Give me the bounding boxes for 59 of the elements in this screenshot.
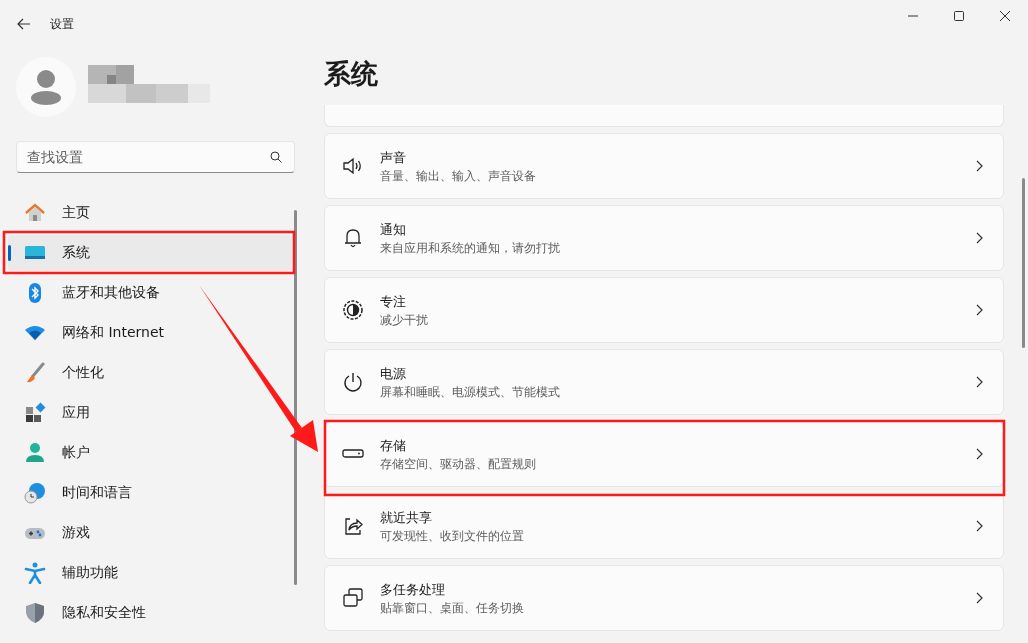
settings-card[interactable]: 多任务处理 贴靠窗口、桌面、任务切换 [324,565,1004,631]
speaker-icon [342,155,364,177]
bell-icon [342,227,364,249]
chevron-right-icon [976,520,983,532]
back-arrow-icon [17,18,31,30]
chevron-right-icon [976,376,983,388]
chevron-right-icon [976,232,983,244]
sidebar-item[interactable]: 应用 [8,395,292,431]
power-icon [342,371,364,393]
sidebar-item[interactable]: 帐户 [8,435,292,471]
setting-description: 音量、输出、输入、声音设备 [380,168,537,184]
share-icon [342,515,364,537]
setting-title: 声音 [380,148,407,167]
sidebar-item[interactable]: 辅助功能 [8,555,292,591]
accessibility-icon [24,562,46,584]
close-icon [1000,11,1010,21]
globe-clock-icon [24,482,46,504]
focus-icon [342,299,364,321]
settings-card[interactable]: 电源 屏幕和睡眠、电源模式、节能模式 [324,349,1004,415]
setting-description: 贴靠窗口、桌面、任务切换 [380,600,525,616]
settings-card[interactable]: 就近共享 可发现性、收到文件的位置 [324,493,1004,559]
setting-title: 通知 [380,220,407,239]
setting-description: 减少干扰 [380,312,429,328]
search-field[interactable]: 查找设置 [16,141,295,173]
sidebar-item[interactable]: 时间和语言 [8,475,292,511]
shield-icon [24,602,46,624]
setting-title: 存储 [380,436,407,455]
chevron-right-icon [976,160,983,172]
maximize-icon [954,11,964,21]
setting-title: 多任务处理 [380,580,446,599]
setting-description: 来自应用和系统的通知，请勿打扰 [380,240,561,256]
windows-stack-icon [342,587,364,609]
sidebar-item[interactable]: 游戏 [8,515,292,551]
sidebar-item[interactable]: 隐私和安全性 [8,595,292,631]
paintbrush-icon [24,362,46,384]
settings-card[interactable]: 声音 音量、输出、输入、声音设备 [324,133,1004,199]
setting-description: 可发现性、收到文件的位置 [380,528,525,544]
apps-icon [24,402,46,424]
setting-title: 专注 [380,292,407,311]
page-title: 系统 [324,58,379,91]
person-icon [24,442,46,464]
setting-title: 就近共享 [380,508,433,527]
sidebar-item[interactable]: 系统 [8,235,292,271]
chevron-right-icon [976,448,983,460]
setting-title: 电源 [380,364,407,383]
settings-card[interactable]: 专注 减少干扰 [324,277,1004,343]
sidebar-item[interactable]: 蓝牙和其他设备 [8,275,292,311]
sidebar-item[interactable]: 个性化 [8,355,292,391]
window-title: 设置 [50,15,74,33]
setting-description: 屏幕和睡眠、电源模式、节能模式 [380,384,561,400]
sidebar-item[interactable]: 主页 [8,195,292,231]
sidebar-item[interactable]: 网络和 Internet [8,315,292,351]
search-icon [270,151,282,163]
house-icon [24,202,46,224]
settings-card[interactable]: 存储 存储空间、驱动器、配置规则 [324,421,1004,487]
chevron-right-icon [976,592,983,604]
settings-card[interactable]: 通知 来自应用和系统的通知，请勿打扰 [324,205,1004,271]
setting-description: 存储空间、驱动器、配置规则 [380,456,537,472]
chevron-right-icon [976,304,983,316]
